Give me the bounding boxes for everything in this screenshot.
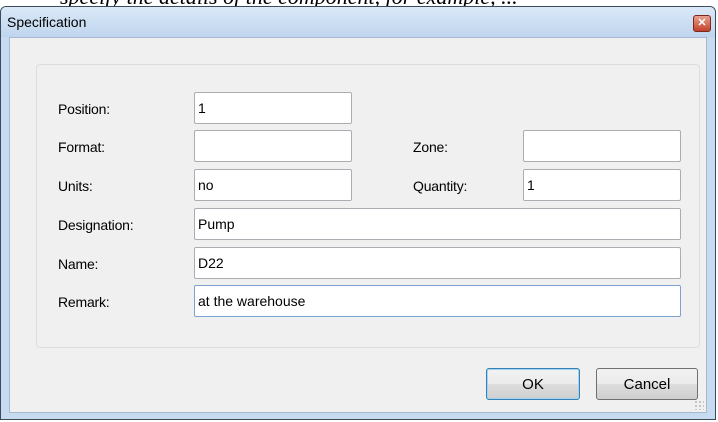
resize-grip-icon[interactable] [694, 400, 704, 410]
zone-label: Zone: [413, 139, 448, 155]
position-label: Position: [58, 101, 110, 117]
designation-field[interactable] [194, 208, 681, 240]
specification-dialog: Specification ✕ Position: Format: Zone: … [0, 6, 716, 420]
title-bar: Specification ✕ [1, 7, 715, 37]
close-button[interactable]: ✕ [693, 15, 711, 32]
quantity-field[interactable] [523, 169, 681, 201]
format-label: Format: [58, 139, 105, 155]
remark-label: Remark: [58, 294, 110, 310]
format-field[interactable] [194, 130, 352, 162]
units-field[interactable] [194, 169, 352, 201]
zone-field[interactable] [523, 130, 681, 162]
quantity-label: Quantity: [413, 178, 468, 194]
fields-group: Position: Format: Zone: Units: Quantity:… [36, 64, 700, 348]
designation-label: Designation: [58, 217, 134, 233]
name-field[interactable] [194, 247, 681, 279]
dialog-client-area: Position: Format: Zone: Units: Quantity:… [9, 37, 707, 413]
dialog-title: Specification [7, 14, 87, 30]
position-field[interactable] [194, 92, 352, 124]
remark-field[interactable] [194, 285, 681, 317]
name-label: Name: [58, 256, 99, 272]
ok-button[interactable]: OK [486, 368, 580, 400]
close-icon: ✕ [697, 17, 707, 29]
units-label: Units: [58, 178, 93, 194]
cancel-button[interactable]: Cancel [596, 368, 698, 400]
